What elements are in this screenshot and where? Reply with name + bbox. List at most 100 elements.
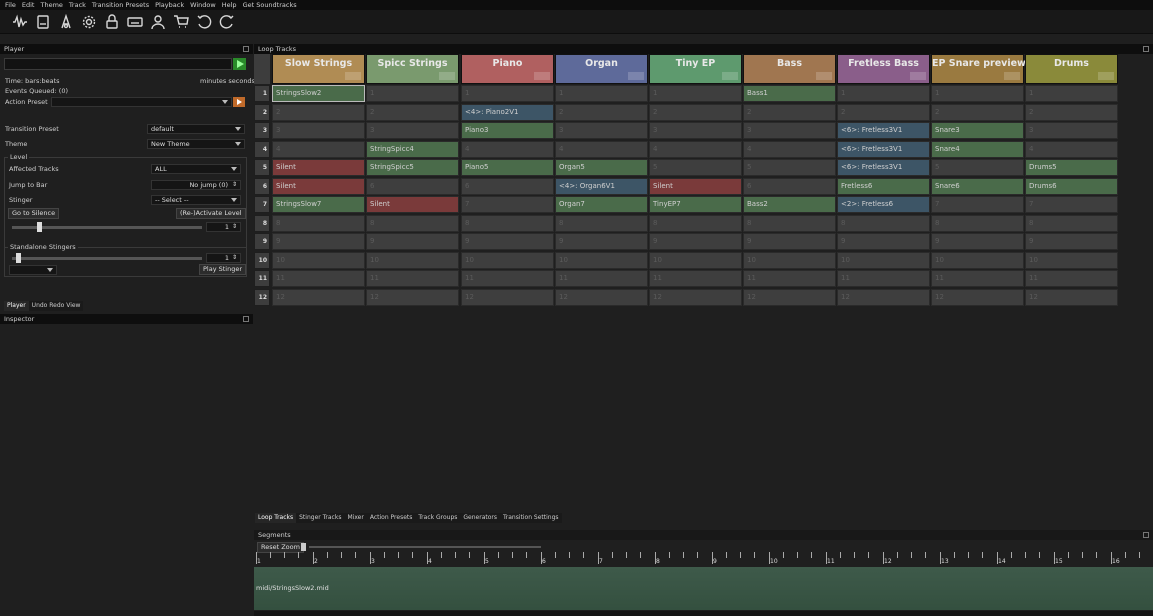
track-header[interactable]: Drums [1025,54,1118,84]
clip-slot[interactable]: 11 [366,270,459,287]
menu-item-window[interactable]: Window [190,1,216,9]
segment-clip[interactable]: midi/StringsSlow2.mid [254,567,1153,610]
clip-slot[interactable]: 3 [649,122,742,139]
clip-slot[interactable]: 2 [555,103,648,121]
clip-slot[interactable]: 9 [931,233,1024,250]
row-launch-button[interactable]: 5 [254,159,270,176]
clip-slot[interactable]: 3 [743,122,836,139]
clip-slot[interactable]: 12 [366,288,459,306]
tab-action-presets[interactable]: Action Presets [366,513,416,523]
clip-slot[interactable]: 1 [837,85,930,102]
clip-slot[interactable]: 5 [743,159,836,176]
clip-slot[interactable]: Snare3 [931,122,1024,139]
clip-slot[interactable]: 12 [931,288,1024,306]
row-launch-button[interactable]: 12 [254,288,270,306]
track-header[interactable]: Fretless Bass [837,54,930,84]
menu-item-get-soundtracks[interactable]: Get Soundtracks [243,1,297,9]
action-preset-select[interactable] [51,97,232,107]
menu-item-edit[interactable]: Edit [22,1,35,9]
clip-slot[interactable]: 1 [461,85,554,102]
level-slider-handle[interactable] [36,222,42,232]
clip-slot[interactable]: 12 [1025,288,1118,306]
menu-item-help[interactable]: Help [222,1,237,9]
clip-slot[interactable]: 8 [837,214,930,232]
clip-slot[interactable]: StringsSlow2 [272,85,365,102]
clip-slot[interactable]: 9 [1025,233,1118,250]
clip-slot[interactable]: 1 [555,85,648,102]
clip-slot[interactable]: 1 [366,85,459,102]
clip-slot[interactable]: 7 [931,196,1024,213]
clip-slot[interactable]: 3 [555,122,648,139]
clip-slot[interactable]: Drums5 [1025,159,1118,176]
reactivate-level-button[interactable]: (Re-)Activate Level [176,208,246,219]
clip-slot[interactable]: <6>: Fretless3V1 [837,122,930,139]
clip-slot[interactable]: 11 [461,270,554,287]
clip-slot[interactable]: 8 [1025,214,1118,232]
clip-slot[interactable]: Drums6 [1025,177,1118,195]
clip-slot[interactable]: 2 [649,103,742,121]
clip-slot[interactable]: 12 [555,288,648,306]
tab-generators[interactable]: Generators [460,513,500,523]
stinger-picker-select[interactable] [9,265,57,275]
clip-slot[interactable]: 8 [931,214,1024,232]
menu-item-track[interactable]: Track [69,1,86,9]
font-button[interactable] [56,12,75,31]
clip-slot[interactable]: 11 [1025,270,1118,287]
clip-slot[interactable]: 8 [555,214,648,232]
play-button[interactable] [233,58,246,70]
clip-slot[interactable]: 8 [461,214,554,232]
clip-slot[interactable]: 9 [461,233,554,250]
menu-item-file[interactable]: File [5,1,16,9]
transition-preset-select[interactable]: default [147,124,245,134]
clip-slot[interactable]: 10 [837,251,930,269]
clip-slot[interactable]: 12 [649,288,742,306]
clip-slot[interactable]: 9 [555,233,648,250]
clip-slot[interactable]: 3 [1025,122,1118,139]
stinger-spinbox[interactable]: 1 ⇕ [206,253,241,263]
clip-slot[interactable]: 8 [743,214,836,232]
clip-slot[interactable]: 8 [366,214,459,232]
clip-slot[interactable]: StringSpicc5 [366,159,459,176]
menu-item-transition-presets[interactable]: Transition Presets [92,1,149,9]
clip-slot[interactable]: 9 [649,233,742,250]
clip-slot[interactable]: Organ5 [555,159,648,176]
tab-undo-redo-view[interactable]: Undo Redo View [28,301,84,311]
float-icon[interactable] [1143,532,1149,538]
clip-slot[interactable]: <2>: Fretless6 [837,196,930,213]
play-action-button[interactable] [233,97,245,107]
row-launch-button[interactable]: 6 [254,177,270,195]
track-header[interactable]: Tiny EP [649,54,742,84]
zoom-slider-handle[interactable] [301,543,306,551]
clip-slot[interactable]: Silent [649,177,742,195]
clip-slot[interactable]: 4 [1025,140,1118,158]
track-header[interactable]: Slow Strings [272,54,365,84]
user-button[interactable] [148,12,167,31]
clip-slot[interactable]: 2 [931,103,1024,121]
clip-slot[interactable]: 2 [272,103,365,121]
clip-slot[interactable]: Silent [272,159,365,176]
clip-slot[interactable]: Piano5 [461,159,554,176]
level-spinbox[interactable]: 1 ⇕ [206,222,241,232]
clip-slot[interactable]: 12 [272,288,365,306]
clip-slot[interactable]: Silent [366,196,459,213]
clip-slot[interactable]: Silent [272,177,365,195]
clip-slot[interactable]: 10 [461,251,554,269]
clip-slot[interactable]: 5 [649,159,742,176]
tab-mixer[interactable]: Mixer [344,513,367,523]
clip-slot[interactable]: 5 [931,159,1024,176]
track-header[interactable]: Piano [461,54,554,84]
clip-slot[interactable]: 12 [461,288,554,306]
play-stinger-button[interactable]: Play Stinger [199,264,247,275]
track-header[interactable]: Bass [743,54,836,84]
clip-slot[interactable]: 6 [366,177,459,195]
clip-slot[interactable]: Bass1 [743,85,836,102]
stinger-select[interactable]: -- Select -- [151,195,241,205]
cart-button[interactable] [171,12,190,31]
clip-slot[interactable]: 10 [649,251,742,269]
track-header[interactable]: Spicc Strings [366,54,459,84]
clip-slot[interactable]: 4 [555,140,648,158]
go-to-silence-button[interactable]: Go to Silence [8,208,60,219]
clip-slot[interactable]: 8 [649,214,742,232]
tab-stinger-tracks[interactable]: Stinger Tracks [296,513,345,523]
track-header[interactable]: EP Snare preview [931,54,1026,84]
